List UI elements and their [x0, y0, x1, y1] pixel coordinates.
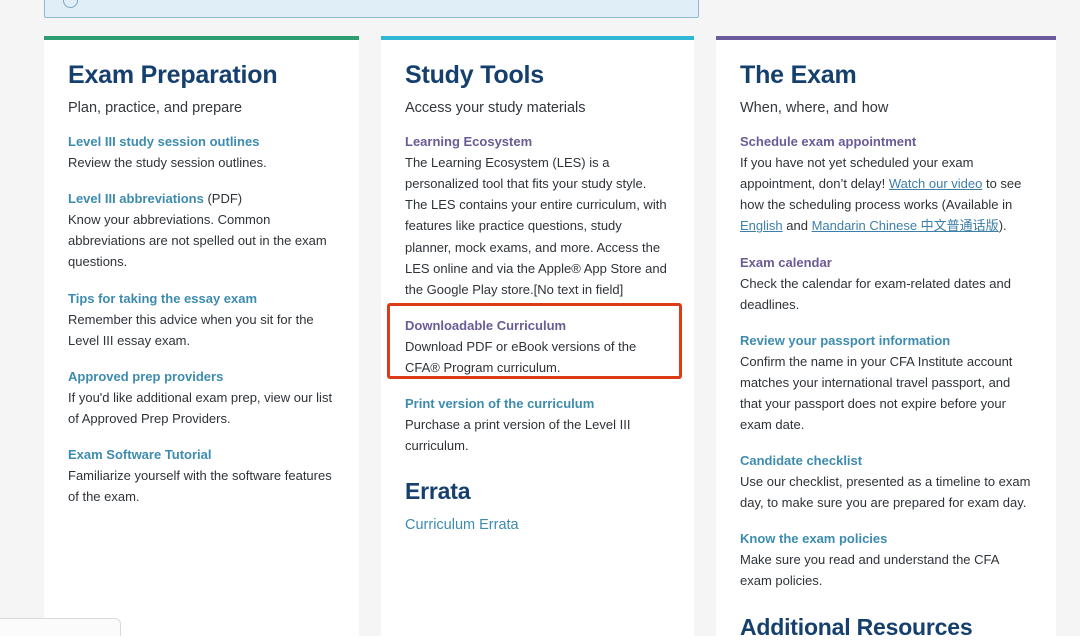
page-title-exam-preparation: Exam Preparation	[68, 62, 336, 90]
list-item: Tips for taking the essay exam Remember …	[68, 290, 336, 351]
list-item: Know the exam policies Make sure you rea…	[740, 530, 1033, 591]
link-exam-calendar[interactable]: Exam calendar	[740, 255, 832, 270]
column-gap	[359, 36, 381, 636]
description: Remember this advice when you sit for th…	[68, 309, 336, 351]
subtitle-study-tools: Access your study materials	[405, 99, 671, 118]
list-item: Exam Software Tutorial Familiarize yours…	[68, 446, 336, 507]
card-exam-preparation: Exam Preparation Plan, practice, and pre…	[44, 36, 359, 636]
left-margin	[0, 36, 44, 636]
list-item: Schedule exam appointment If you have no…	[740, 133, 1033, 236]
link-tips-for-taking-the-essay-exam[interactable]: Tips for taking the essay exam	[68, 291, 257, 306]
link-exam-software-tutorial[interactable]: Exam Software Tutorial	[68, 447, 212, 462]
description: Familiarize yourself with the software f…	[68, 465, 336, 507]
link-print-version-of-the-curriculum[interactable]: Print version of the curriculum	[405, 396, 594, 411]
link-know-the-exam-policies[interactable]: Know the exam policies	[740, 531, 887, 546]
description: Check the calendar for exam-related date…	[740, 273, 1033, 315]
list-item: Print version of the curriculum Purchase…	[405, 395, 671, 456]
description: Know your abbreviations. Common abbrevia…	[68, 209, 336, 272]
page-title-the-exam: The Exam	[740, 62, 1033, 90]
description: Confirm the name in your CFA Institute a…	[740, 351, 1033, 435]
three-column-layout: Exam Preparation Plan, practice, and pre…	[0, 36, 1080, 636]
heading-errata: Errata	[405, 478, 671, 505]
link-candidate-checklist[interactable]: Candidate checklist	[740, 453, 862, 468]
list-item: Learning Ecosystem The Learning Ecosyste…	[405, 133, 671, 299]
inline-link-english[interactable]: English	[740, 218, 783, 233]
subtitle-exam-preparation: Plan, practice, and prepare	[68, 99, 336, 118]
list-item-downloadable-curriculum: Downloadable Curriculum Download PDF or …	[405, 317, 671, 378]
description: If you'd like additional exam prep, view…	[68, 387, 336, 429]
info-banner	[44, 0, 699, 18]
link-level-iii-abbreviations[interactable]: Level III abbreviations	[68, 191, 204, 206]
inline-link-watch-our-video[interactable]: Watch our video	[889, 176, 982, 191]
link-downloadable-curriculum[interactable]: Downloadable Curriculum	[405, 318, 566, 333]
list-item: Candidate checklist Use our checklist, p…	[740, 452, 1033, 513]
description: Download PDF or eBook versions of the CF…	[405, 336, 671, 378]
description: The Learning Ecosystem (LES) is a person…	[405, 152, 671, 299]
info-circle-icon	[63, 0, 78, 8]
description: Make sure you read and understand the CF…	[740, 549, 1033, 591]
link-level-iii-study-session-outlines[interactable]: Level III study session outlines	[68, 134, 259, 149]
list-item: Review your passport information Confirm…	[740, 332, 1033, 435]
link-schedule-exam-appointment[interactable]: Schedule exam appointment	[740, 134, 916, 149]
inline-link-mandarin-chinese[interactable]: Mandarin Chinese 中文普通话版	[812, 218, 999, 233]
heading-additional-resources: Additional Resources	[740, 614, 1033, 641]
description-with-inline-links: If you have not yet scheduled your exam …	[740, 152, 1033, 236]
link-approved-prep-providers[interactable]: Approved prep providers	[68, 369, 223, 384]
link-curriculum-errata[interactable]: Curriculum Errata	[405, 517, 519, 533]
download-shelf-item[interactable]	[0, 618, 121, 636]
description: Use our checklist, presented as a timeli…	[740, 471, 1033, 513]
column-gap	[694, 36, 716, 636]
card-the-exam: The Exam When, where, and how Schedule e…	[716, 36, 1056, 636]
description: Purchase a print version of the Level II…	[405, 414, 671, 456]
subtitle-the-exam: When, where, and how	[740, 99, 1033, 118]
list-item: Level III abbreviations (PDF) Know your …	[68, 190, 336, 272]
list-item: Level III study session outlines Review …	[68, 133, 336, 173]
link-learning-ecosystem[interactable]: Learning Ecosystem	[405, 134, 532, 149]
list-item: Exam calendar Check the calendar for exa…	[740, 254, 1033, 315]
link-suffix-pdf: (PDF)	[204, 191, 242, 206]
description: Review the study session outlines.	[68, 152, 336, 173]
list-item: Approved prep providers If you'd like ad…	[68, 368, 336, 429]
link-review-your-passport-information[interactable]: Review your passport information	[740, 333, 950, 348]
page-title-study-tools: Study Tools	[405, 62, 671, 90]
card-study-tools: Study Tools Access your study materials …	[381, 36, 694, 636]
